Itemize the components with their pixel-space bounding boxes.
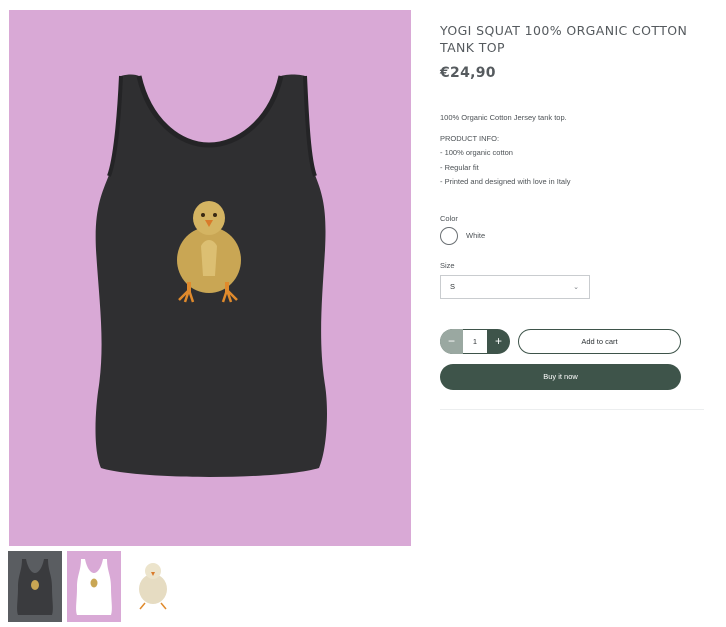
thumbnail-white-tank[interactable]	[67, 551, 121, 622]
thumbnail-black-tank[interactable]	[8, 551, 62, 622]
quantity-increase-button[interactable]: +	[487, 329, 510, 354]
product-main-image[interactable]	[9, 10, 411, 546]
tank-top-image	[95, 74, 327, 477]
size-label: Size	[440, 260, 455, 270]
size-selected-value: S	[450, 282, 456, 291]
product-info: YOGI SQUAT 100% ORGANIC COTTON TANK TOP …	[440, 22, 704, 410]
thumbnail-chick[interactable]	[126, 551, 180, 622]
thumbnail-gallery	[8, 551, 180, 622]
description-intro: 100% Organic Cotton Jersey tank top.	[440, 113, 567, 122]
size-select[interactable]: S ⌄	[440, 274, 590, 299]
product-title: YOGI SQUAT 100% ORGANIC COTTON TANK TOP	[440, 23, 688, 55]
cart-row: − 1 + Add to cart	[440, 328, 702, 354]
add-to-cart-button[interactable]: Add to cart	[518, 328, 681, 354]
product-info-heading: PRODUCT INFO:	[440, 133, 500, 143]
chevron-down-icon: ⌄	[573, 283, 579, 291]
quantity-stepper: − 1 +	[440, 328, 510, 354]
quantity-decrease-button[interactable]: −	[440, 328, 463, 354]
product-info-item: - Regular fit	[440, 162, 479, 172]
quantity-input[interactable]: 1	[463, 328, 487, 354]
product-info-item: - 100% organic cotton	[440, 148, 513, 157]
color-option-name: White	[466, 231, 486, 240]
buy-now-button[interactable]: Buy it now	[440, 363, 681, 390]
color-option: White	[440, 226, 702, 245]
product-description: 100% Organic Cotton Jersey tank top. PRO…	[440, 111, 702, 190]
divider	[440, 408, 704, 410]
color-swatch-white[interactable]	[440, 226, 458, 245]
color-label: Color	[440, 213, 458, 223]
product-info-item: - Printed and designed with love in Ital…	[440, 177, 571, 186]
product-price: €24,90	[440, 65, 496, 81]
